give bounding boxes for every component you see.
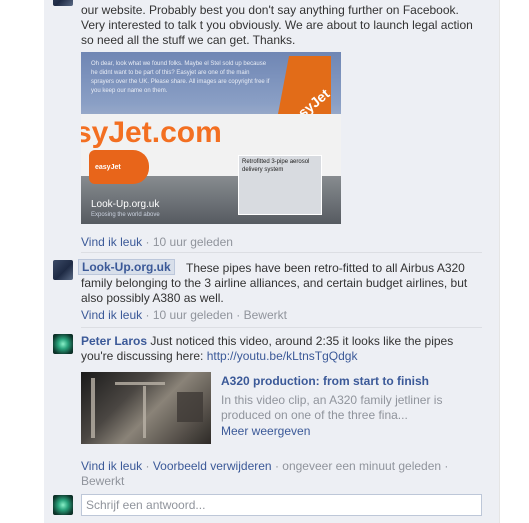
photo-caption: Oh dear, look what we found folks. Maybe… <box>91 61 270 94</box>
like-link[interactable]: Vind ik leuk <box>81 308 142 322</box>
video-frame-detail <box>177 392 203 422</box>
comment-text: Peter Laros Just noticed this video, aro… <box>81 334 453 348</box>
video-description: In this video clip, an A320 family jetli… <box>221 393 461 423</box>
separator: · <box>145 235 150 249</box>
comment-body: you're discussing here: <box>81 349 204 363</box>
comment-text: family belonging to the 3 airline allian… <box>81 276 468 290</box>
comment-text: Very interested to talk t you obviously.… <box>81 18 473 32</box>
divider <box>81 327 482 328</box>
separator: · <box>236 308 241 322</box>
photo-watermark: Look-Up.org.uk <box>91 199 160 210</box>
timestamp[interactable]: ongeveer een minuut geleden <box>282 459 441 473</box>
separator: · <box>145 459 150 473</box>
avatar[interactable] <box>53 0 73 6</box>
divider <box>81 252 482 253</box>
avatar[interactable] <box>53 260 73 280</box>
reply-avatar <box>53 495 73 515</box>
like-link[interactable]: Vind ik leuk <box>81 235 142 249</box>
video-description-line: In this video clip, an A320 family jetli… <box>221 393 443 407</box>
comment-text: These pipes have been retro-fitted to al… <box>186 261 465 275</box>
avatar[interactable] <box>53 334 73 354</box>
video-frame-detail <box>115 382 165 385</box>
comment-actions: Vind ik leuk · 10 uur geleden · Bewerkt <box>81 308 287 322</box>
inset-label: Retrofitted 3-pipe aerosol delivery syst… <box>242 159 310 173</box>
author-name[interactable]: Look-Up.org.uk <box>82 260 171 274</box>
engine-logo: easyJet <box>95 164 121 171</box>
timestamp[interactable]: 10 uur geleden <box>153 308 233 322</box>
comment-actions: Bewerkt <box>81 474 124 488</box>
comment-text: our website. Probably best you don't say… <box>81 3 459 17</box>
left-gutter <box>0 0 44 523</box>
like-link[interactable]: Vind ik leuk <box>81 459 142 473</box>
edited-label[interactable]: Bewerkt <box>244 308 287 322</box>
comment-text: you're discussing here: http://youtu.be/… <box>81 349 357 363</box>
separator: · <box>145 308 150 322</box>
separator: · <box>444 459 449 473</box>
comment-text: so need all the stuff we can get. Thanks… <box>81 33 296 47</box>
video-title-link[interactable]: A320 production: from start to finish <box>221 374 429 388</box>
timestamp[interactable]: 10 uur geleden <box>153 235 233 249</box>
separator: · <box>274 459 279 473</box>
edited-label[interactable]: Bewerkt <box>81 474 124 488</box>
right-gutter <box>499 0 529 523</box>
reply-input[interactable] <box>81 494 482 516</box>
attached-photo[interactable]: Oh dear, look what we found folks. Maybe… <box>81 52 341 224</box>
comment-actions: Vind ik leuk · Voorbeeld verwijderen · o… <box>81 459 448 473</box>
video-url-link[interactable]: http://youtu.be/kLtnsTgQdgk <box>207 349 358 363</box>
comment-text: also possibly A380 as well. <box>81 291 224 305</box>
comment-body: Just noticed this video, around 2:35 it … <box>150 334 454 348</box>
plane-brand-text: syJet.com <box>81 116 222 149</box>
video-description-line: produced on one of the three fina... <box>221 408 408 422</box>
photo-watermark-sub: Exposing the world above <box>91 212 160 218</box>
video-thumbnail[interactable] <box>81 372 211 444</box>
author-name[interactable]: Peter Laros <box>81 334 147 348</box>
comment-actions: Vind ik leuk · 10 uur geleden <box>81 235 233 249</box>
show-more-link[interactable]: Meer weergeven <box>221 424 310 438</box>
comment-author[interactable]: Look-Up.org.uk <box>78 259 175 275</box>
video-frame-detail <box>143 386 146 438</box>
remove-preview-link[interactable]: Voorbeeld verwijderen <box>153 459 272 473</box>
video-frame-detail <box>91 378 95 438</box>
